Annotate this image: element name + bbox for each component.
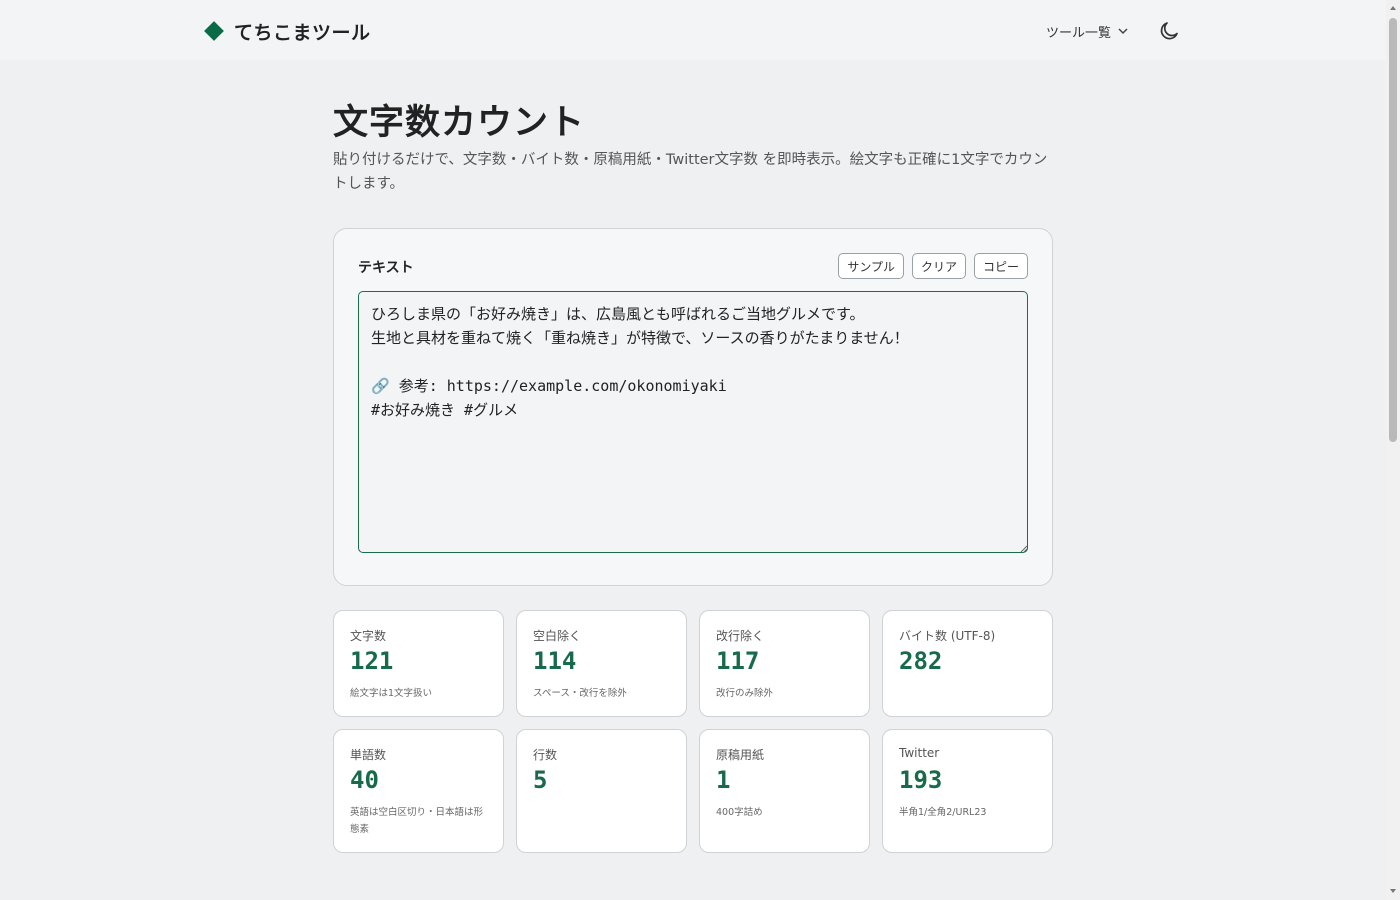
scroll-up-arrow-icon[interactable] [1389, 4, 1397, 12]
top-navigation-bar: てちこまツール ツール一覧 [0, 0, 1386, 60]
tools-menu-label: ツール一覧 [1046, 25, 1112, 41]
stat-value: 114 [533, 647, 577, 675]
diamond-logo-icon [204, 21, 224, 41]
stat-card-no-newlines: 改行除く 117 改行のみ除外 [699, 610, 870, 717]
stat-label: バイト数 (UTF-8) [899, 629, 996, 643]
stat-card-manuscript: 原稿用紙 1 400字詰め [699, 729, 870, 853]
tools-menu-dropdown[interactable]: ツール一覧 [1046, 20, 1129, 42]
page-description: 貼り付けるだけで、文字数・バイト数・原稿用紙・Twitter文字数 を即時表示。… [333, 152, 1048, 192]
text-editor-card: テキスト サンプル クリア コピー [333, 228, 1053, 586]
copy-button[interactable]: コピー [973, 253, 1028, 279]
stat-label: 空白除く [533, 629, 582, 643]
stat-label: 原稿用紙 [716, 748, 765, 762]
stat-note: 改行のみ除外 [716, 688, 774, 699]
stat-value: 121 [350, 647, 394, 675]
stat-value: 5 [533, 766, 548, 794]
stat-value: 282 [899, 647, 943, 675]
stat-label: 行数 [533, 748, 558, 762]
stat-value: 40 [350, 766, 379, 794]
stat-card-line-count: 行数 5 [516, 729, 687, 853]
scrollbar-thumb[interactable] [1389, 18, 1397, 442]
brand-link[interactable]: てちこまツール [204, 18, 371, 44]
stat-card-twitter: Twitter 193 半角1/全角2/URL23 [882, 729, 1053, 853]
stat-card-word-count: 単語数 40 英語は空白区切り・日本語は形態素 [333, 729, 504, 853]
stat-note: 絵文字は1文字扱い [350, 688, 433, 699]
stat-note: 400字詰め [716, 807, 763, 818]
stat-label: 文字数 [350, 629, 387, 643]
stat-value: 193 [899, 766, 943, 794]
clear-button[interactable]: クリア [911, 253, 966, 279]
stat-label: 単語数 [350, 748, 387, 762]
stat-note: スペース・改行を除外 [533, 688, 627, 699]
scroll-down-arrow-icon[interactable] [1389, 887, 1397, 895]
page-title: 文字数カウント [333, 103, 586, 143]
sample-button[interactable]: サンプル [838, 253, 904, 279]
vertical-scrollbar[interactable] [1386, 0, 1400, 900]
brand-name: てちこまツール [234, 21, 371, 44]
editor-actions: サンプル クリア コピー [838, 253, 1028, 279]
stat-note: 半角1/全角2/URL23 [899, 807, 987, 818]
moon-icon[interactable] [1157, 19, 1181, 43]
stat-value: 117 [716, 647, 760, 675]
text-input[interactable] [358, 291, 1028, 553]
stat-label: 改行除く [716, 629, 765, 643]
stat-card-no-spaces: 空白除く 114 スペース・改行を除外 [516, 610, 687, 717]
chevron-down-icon [1118, 28, 1128, 35]
stat-card-bytes: バイト数 (UTF-8) 282 [882, 610, 1053, 717]
text-label: テキスト [358, 260, 414, 276]
stat-label: Twitter [899, 746, 940, 760]
stat-card-char-count: 文字数 121 絵文字は1文字扱い [333, 610, 504, 717]
stat-note: 英語は空白区切り・日本語は形態素 [350, 807, 484, 835]
resize-handle-icon[interactable] [1020, 545, 1028, 553]
stat-value: 1 [716, 766, 731, 794]
